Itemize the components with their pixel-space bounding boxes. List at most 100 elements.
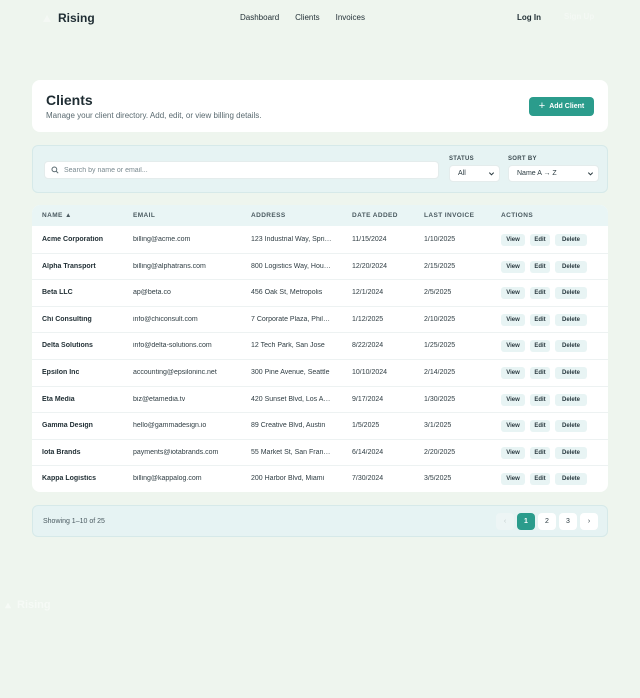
edit-button[interactable]: Edit (530, 313, 550, 326)
delete-button[interactable]: Delete (555, 446, 587, 459)
chevron-down-icon (488, 172, 495, 176)
signup-button[interactable]: Sign Up (564, 12, 594, 21)
nav-link-dashboard[interactable]: Dashboard (240, 13, 279, 22)
table-row[interactable]: Alpha Transport billing@alphatrans.com 800… (32, 254, 608, 281)
view-button[interactable]: View (501, 420, 525, 433)
column-header-email[interactable]: EMAIL (133, 212, 155, 219)
footer-brand-name: Rising (17, 599, 51, 611)
column-header-name[interactable]: NAME ▲ (42, 212, 72, 219)
last-invoice: 1/25/2025 (424, 342, 456, 350)
delete-button[interactable]: Delete (555, 420, 587, 433)
date-added: 1/5/2025 (352, 422, 380, 430)
brand[interactable]: Rising (42, 11, 95, 25)
client-email: billing@alphatrans.com (133, 262, 206, 270)
table-row[interactable]: Beta LLC ap@beta.co 456 Oak St, Metropolis… (32, 280, 608, 307)
search-input[interactable] (64, 166, 424, 174)
edit-button[interactable]: Edit (530, 473, 550, 486)
chevron-down-icon (587, 172, 594, 176)
client-email: info@chiconsult.com (133, 315, 198, 323)
column-header-address[interactable]: ADDRESS (251, 212, 286, 219)
client-name: Delta Solutions (42, 342, 93, 350)
delete-button[interactable]: Delete (555, 340, 587, 353)
nav-link-clients[interactable]: Clients (295, 13, 319, 22)
page-button-2[interactable]: 2 (538, 513, 556, 530)
edit-button[interactable]: Edit (530, 260, 550, 273)
edit-button[interactable]: Edit (530, 446, 550, 459)
column-header-last-invoice[interactable]: LAST INVOICE (424, 212, 474, 219)
client-address: 420 Sunset Blvd, Los Angeles (251, 395, 333, 403)
client-address: 89 Creative Blvd, Austin (251, 422, 326, 430)
page-subtitle: Manage your client directory. Add, edit,… (46, 111, 262, 120)
add-client-button[interactable]: + Add Client (529, 97, 594, 116)
table-row[interactable]: Acme Corporation billing@acme.com 123 Indu… (32, 227, 608, 254)
client-email: info@delta-solutions.com (133, 342, 212, 350)
filter-bar: STATUS All SORT BY Name A → Z (32, 145, 608, 193)
edit-button[interactable]: Edit (530, 234, 550, 246)
logo-icon (4, 602, 12, 609)
page-button-3[interactable]: 3 (559, 513, 577, 530)
search-box[interactable] (44, 161, 439, 179)
client-name: Iota Brands (42, 448, 81, 456)
showing-count: Showing 1–10 of 25 (43, 518, 105, 525)
table-header: NAME ▲ EMAIL ADDRESS DATE ADDED LAST INV… (32, 205, 608, 226)
client-name: Gamma Design (42, 422, 93, 430)
page-button-1[interactable]: 1 (517, 513, 535, 530)
delete-button[interactable]: Delete (555, 367, 587, 379)
brand-name: Rising (58, 11, 95, 25)
table-row[interactable]: Kappa Logistics billing@kappalog.com 200 H… (32, 466, 608, 492)
delete-button[interactable]: Delete (555, 393, 587, 406)
client-email: ap@beta.co (133, 289, 171, 297)
search-icon (51, 166, 59, 174)
last-invoice: 2/5/2025 (424, 289, 452, 297)
last-invoice: 2/10/2025 (424, 315, 456, 323)
table-row[interactable]: Eta Media biz@etamedia.tv 420 Sunset Blvd,… (32, 387, 608, 414)
edit-button[interactable]: Edit (530, 287, 550, 300)
client-name: Kappa Logistics (42, 475, 97, 483)
last-invoice: 2/15/2025 (424, 262, 456, 270)
view-button[interactable]: View (501, 340, 525, 353)
delete-button[interactable]: Delete (555, 313, 587, 326)
view-button[interactable]: View (501, 287, 525, 300)
footer-brand[interactable]: Rising (4, 599, 51, 611)
client-name: Chi Consulting (42, 315, 92, 323)
view-button[interactable]: View (501, 473, 525, 486)
table-row[interactable]: Chi Consulting info@chiconsult.com 7 Corpo… (32, 307, 608, 334)
logo-icon (43, 15, 51, 22)
nav-link-invoices[interactable]: Invoices (336, 13, 365, 22)
view-button[interactable]: View (501, 446, 525, 459)
table-row[interactable]: Epsilon Inc accounting@epsiloninc.net 300 … (32, 360, 608, 387)
client-email: billing@kappalog.com (133, 475, 202, 483)
view-button[interactable]: View (501, 393, 525, 406)
prev-page-button[interactable]: ‹ (496, 513, 514, 530)
status-select[interactable]: All (449, 165, 500, 182)
client-name: Eta Media (42, 395, 75, 403)
edit-button[interactable]: Edit (530, 340, 550, 353)
next-page-button[interactable]: › (580, 513, 598, 530)
view-button[interactable]: View (501, 260, 525, 273)
view-button[interactable]: View (501, 367, 525, 379)
view-button[interactable]: View (501, 313, 525, 326)
delete-button[interactable]: Delete (555, 473, 587, 486)
edit-button[interactable]: Edit (530, 367, 550, 379)
client-email: billing@acme.com (133, 236, 191, 243)
date-added: 6/14/2024 (352, 448, 384, 456)
table-row[interactable]: Delta Solutions info@delta-solutions.com 1… (32, 333, 608, 360)
date-added: 8/22/2024 (352, 342, 384, 350)
login-link[interactable]: Log In (517, 13, 541, 22)
table-row[interactable]: Gamma Design hello@gammadesign.io 89 Creat… (32, 413, 608, 440)
client-address: 55 Market St, San Francisco (251, 448, 333, 456)
delete-button[interactable]: Delete (555, 260, 587, 273)
sort-select[interactable]: Name A → Z (508, 165, 599, 182)
page-header: Clients Manage your client directory. Ad… (32, 80, 608, 132)
edit-button[interactable]: Edit (530, 420, 550, 433)
date-added: 12/20/2024 (352, 262, 388, 270)
status-label: STATUS (449, 156, 474, 162)
client-name: Alpha Transport (42, 262, 96, 270)
column-header-date-added[interactable]: DATE ADDED (352, 212, 398, 219)
table-row[interactable]: Iota Brands payments@iotabrands.com 55 Mar… (32, 440, 608, 467)
delete-button[interactable]: Delete (555, 234, 587, 246)
view-button[interactable]: View (501, 234, 525, 246)
edit-button[interactable]: Edit (530, 393, 550, 406)
delete-button[interactable]: Delete (555, 287, 587, 300)
date-added: 9/17/2024 (352, 395, 384, 403)
